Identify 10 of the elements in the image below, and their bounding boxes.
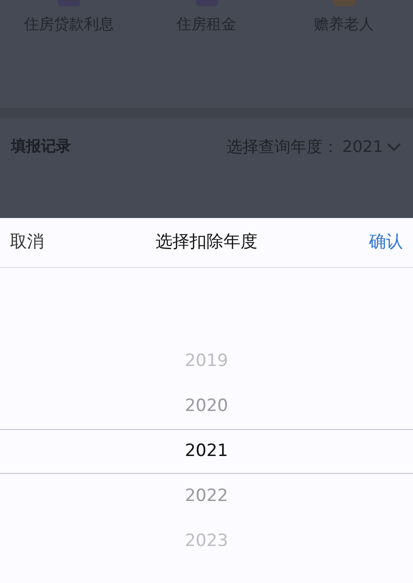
year-option[interactable]: 2020 xyxy=(0,384,413,429)
year-option[interactable]: 2023 xyxy=(0,519,413,564)
cancel-button[interactable]: 取消 xyxy=(10,230,44,256)
confirm-button[interactable]: 确认 xyxy=(369,230,403,256)
category-icon[interactable] xyxy=(333,0,356,6)
chevron-down-icon[interactable] xyxy=(387,142,401,152)
year-option[interactable]: 2022 xyxy=(0,474,413,519)
picker-title: 选择扣除年度 xyxy=(156,230,258,254)
year-option[interactable]: 2021 xyxy=(0,429,413,474)
year-option[interactable]: 2019 xyxy=(0,339,413,384)
